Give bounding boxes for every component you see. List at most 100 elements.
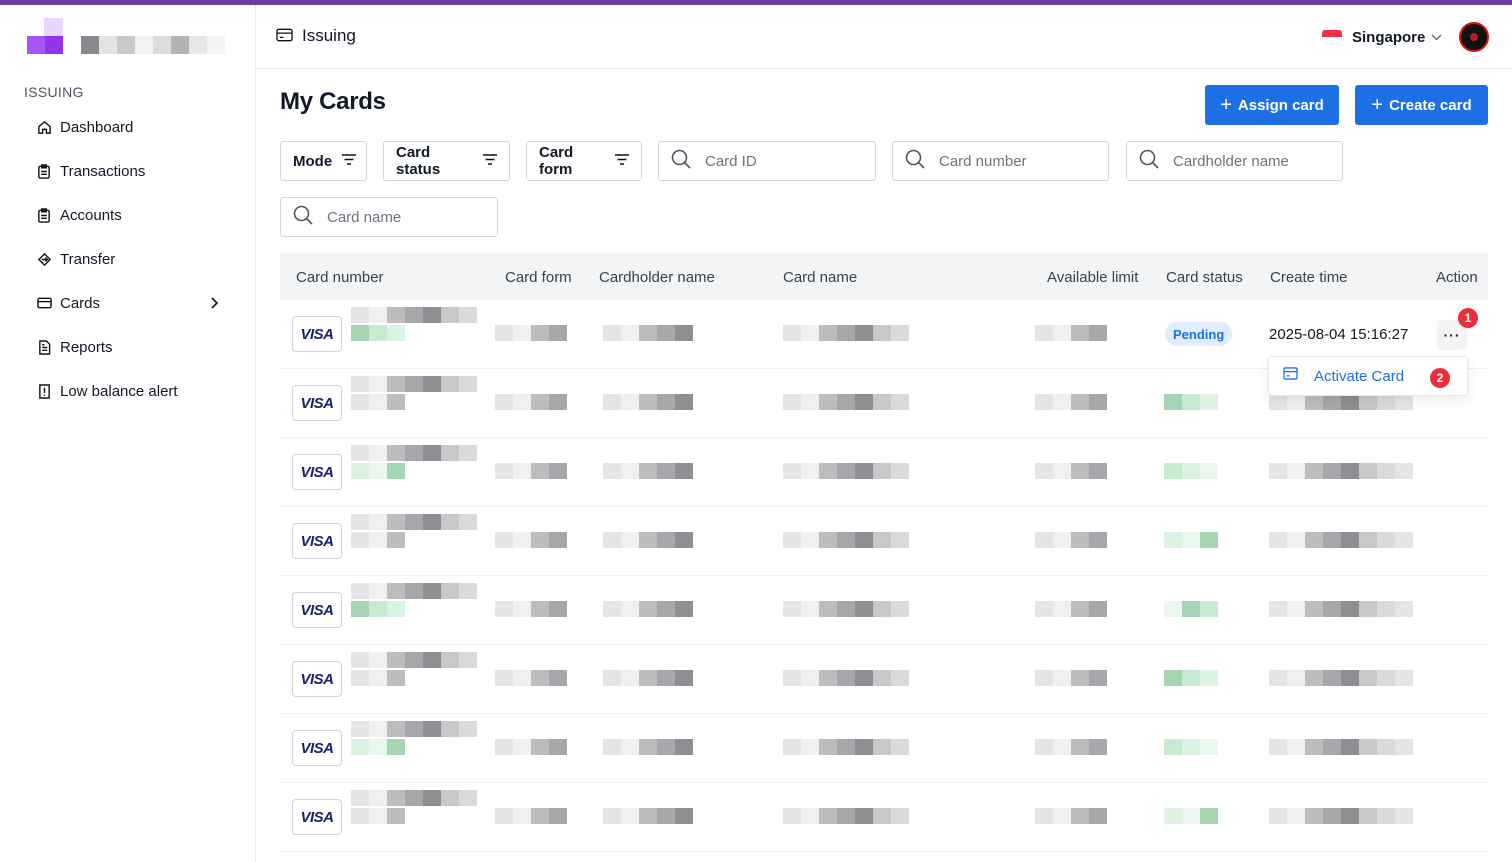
redacted-block — [891, 670, 909, 686]
redacted-block — [1287, 532, 1305, 548]
sidebar-item-transactions[interactable]: Transactions — [36, 159, 226, 183]
redacted-block — [369, 325, 387, 341]
redacted-block — [621, 670, 639, 686]
sidebar-item-label: Low balance alert — [60, 382, 178, 400]
redacted-block — [873, 325, 891, 341]
redacted-block — [855, 532, 873, 548]
redacted-block — [351, 376, 369, 392]
redacted-block — [531, 463, 549, 479]
table-row[interactable]: VISA — [280, 438, 1488, 507]
create-card-button[interactable]: + Create card — [1355, 85, 1488, 125]
redacted-block — [459, 376, 477, 392]
redacted-block — [1359, 808, 1377, 824]
redacted-block — [603, 670, 621, 686]
redacted-block — [1287, 601, 1305, 617]
redacted-block — [531, 325, 549, 341]
card-id-search[interactable] — [658, 141, 876, 181]
mode-filter[interactable]: Mode — [280, 141, 367, 181]
redacted-block — [1341, 394, 1359, 410]
card-form-filter[interactable]: Card form — [526, 141, 642, 181]
redacted-block — [873, 808, 891, 824]
redacted-block — [801, 670, 819, 686]
redacted-block — [495, 739, 513, 755]
redacted-block — [891, 463, 909, 479]
redacted-block — [1200, 670, 1218, 686]
redacted-block — [819, 463, 837, 479]
column-header: Create time — [1270, 269, 1348, 286]
redacted-block — [1287, 808, 1305, 824]
redacted-block — [549, 601, 567, 617]
assign-card-label: Assign card — [1237, 96, 1324, 114]
redacted-block — [801, 739, 819, 755]
redacted-block — [837, 532, 855, 548]
card-number-input[interactable] — [939, 152, 1089, 170]
card-status-filter[interactable]: Card status — [383, 141, 510, 181]
redacted-block — [837, 601, 855, 617]
redacted-block — [873, 670, 891, 686]
redacted-block — [621, 532, 639, 548]
alert-icon — [36, 383, 52, 399]
redacted-block — [621, 394, 639, 410]
visa-logo-icon: VISA — [292, 385, 342, 421]
sidebar-item-transfer[interactable]: Transfer — [36, 247, 226, 271]
cardholder-name-input[interactable] — [1173, 152, 1323, 170]
redacted-block — [1089, 532, 1107, 548]
country-selector[interactable]: Singapore — [1322, 25, 1442, 49]
redacted-block — [531, 808, 549, 824]
redacted-block — [369, 601, 387, 617]
redacted-block — [657, 532, 675, 548]
redacted-block — [837, 394, 855, 410]
redacted-block — [513, 325, 531, 341]
activate-card-label: Activate Card — [1314, 367, 1405, 385]
sidebar-item-low-balance-alert[interactable]: Low balance alert — [36, 379, 226, 403]
singapore-flag-icon — [1322, 30, 1342, 44]
redacted-block — [639, 532, 657, 548]
redacted-block — [387, 325, 405, 341]
table-row[interactable]: VISA — [280, 576, 1488, 645]
redacted-block — [1305, 532, 1323, 548]
redacted-block — [603, 325, 621, 341]
redacted-block — [369, 514, 387, 530]
redacted-block — [801, 532, 819, 548]
redacted-block — [819, 532, 837, 548]
redacted-block — [783, 670, 801, 686]
table-row[interactable]: VISA — [280, 507, 1488, 576]
card-icon — [276, 28, 293, 47]
redacted-block — [1359, 532, 1377, 548]
redacted-block — [1305, 808, 1323, 824]
redacted-block — [387, 307, 405, 323]
redacted-block — [1395, 463, 1413, 479]
redacted-block — [369, 307, 387, 323]
table-row[interactable]: VISA — [280, 783, 1488, 852]
card-number-search[interactable] — [892, 141, 1109, 181]
card-name-input[interactable] — [327, 208, 477, 226]
redacted-block — [837, 670, 855, 686]
sidebar-item-cards[interactable]: Cards — [36, 291, 226, 315]
redacted-block — [1035, 463, 1053, 479]
redacted-block — [873, 601, 891, 617]
chevron-down-icon — [1431, 28, 1442, 46]
redacted-block — [1341, 808, 1359, 824]
country-name: Singapore — [1352, 28, 1426, 46]
redacted-block — [1200, 532, 1218, 548]
table-row[interactable]: VISA — [280, 714, 1488, 783]
redacted-block — [1341, 739, 1359, 755]
redacted-block — [369, 652, 387, 668]
redacted-block — [1305, 601, 1323, 617]
redacted-block — [423, 583, 441, 599]
redacted-block — [441, 514, 459, 530]
card-name-search[interactable] — [280, 197, 498, 237]
avatar[interactable] — [1459, 22, 1489, 52]
card-id-input[interactable] — [705, 152, 855, 170]
assign-card-button[interactable]: + Assign card — [1205, 85, 1339, 125]
redacted-block — [1341, 601, 1359, 617]
search-icon — [671, 149, 691, 174]
redacted-block — [1359, 739, 1377, 755]
redacted-block — [621, 325, 639, 341]
sidebar-item-accounts[interactable]: Accounts — [36, 203, 226, 227]
redacted-block — [801, 394, 819, 410]
sidebar-item-reports[interactable]: Reports — [36, 335, 226, 359]
cardholder-name-search[interactable] — [1126, 141, 1343, 181]
table-row[interactable]: VISA — [280, 645, 1488, 714]
sidebar-item-dashboard[interactable]: Dashboard — [36, 115, 226, 139]
